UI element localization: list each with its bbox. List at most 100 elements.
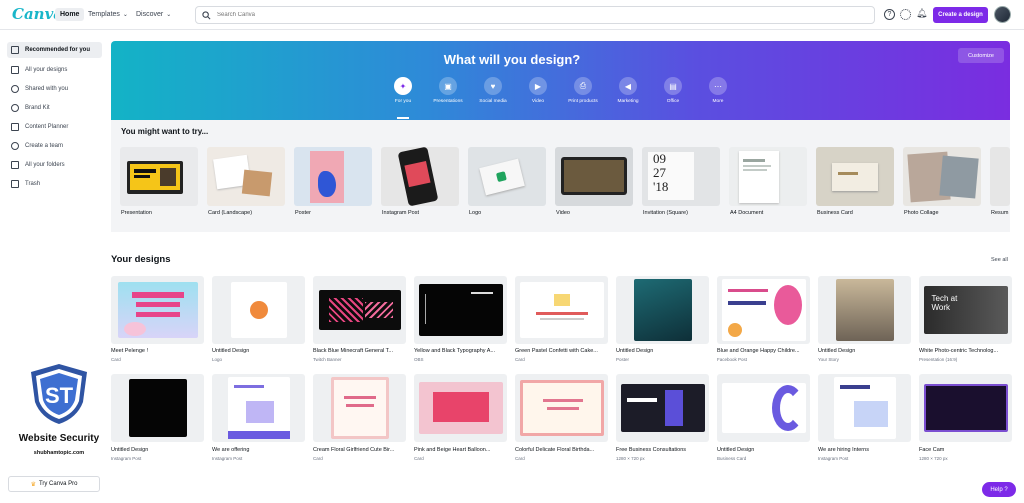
category-for-you[interactable]: ✦ For you xyxy=(378,77,428,104)
avatar[interactable] xyxy=(994,6,1011,23)
design-title[interactable]: Pink and Beige Heart Balloon... xyxy=(414,447,510,453)
suggestion-card-a4-document[interactable] xyxy=(729,147,807,206)
design-thumbnail[interactable] xyxy=(616,276,709,344)
presentation-icon: ▣ xyxy=(439,77,457,95)
design-title[interactable]: Untitled Design xyxy=(111,447,207,453)
help-button[interactable]: Help ? xyxy=(982,482,1016,497)
suggestion-label: Poster xyxy=(295,210,311,216)
category-video[interactable]: ▶ Video xyxy=(513,77,563,104)
chevron-down-icon: ⌄ xyxy=(166,12,172,18)
suggestion-card-logo[interactable] xyxy=(468,147,546,206)
design-title[interactable]: Face Cam xyxy=(919,447,1015,453)
active-tab-indicator xyxy=(397,117,409,119)
category-presentations[interactable]: ▣ Presentations xyxy=(423,77,473,104)
design-thumbnail[interactable]: Tech at Work xyxy=(919,276,1012,344)
design-thumbnail[interactable] xyxy=(313,276,406,344)
design-title[interactable]: Cream Floral Girlfriend Cute Bir... xyxy=(313,447,409,453)
design-title[interactable]: Black Blue Minecraft General T... xyxy=(313,348,409,354)
design-title[interactable]: We are hiring Interns xyxy=(818,447,914,453)
sidebar-item-create-team[interactable]: Create a team xyxy=(7,138,102,154)
nav-discover-label: Discover xyxy=(136,11,164,18)
design-thumbnail[interactable] xyxy=(919,374,1012,442)
category-label: Presentations xyxy=(433,99,463,104)
design-thumbnail[interactable] xyxy=(818,374,911,442)
design-type: Instagram Post xyxy=(212,456,243,461)
design-thumbnail[interactable] xyxy=(616,374,709,442)
design-title[interactable]: Untitled Design xyxy=(818,348,914,354)
design-thumbnail[interactable] xyxy=(212,276,305,344)
suggestion-label: Logo xyxy=(469,210,482,216)
design-thumbnail[interactable] xyxy=(818,276,911,344)
suggestion-label: Presentation xyxy=(121,210,152,216)
suggestion-card-poster[interactable] xyxy=(294,147,372,206)
sidebar-item-label: Trash xyxy=(25,181,41,187)
category-social-media[interactable]: ♥ Social media xyxy=(468,77,518,104)
design-thumbnail[interactable] xyxy=(717,276,810,344)
gear-icon[interactable] xyxy=(900,9,911,20)
design-type: OBS xyxy=(414,357,424,362)
sidebar-item-shared[interactable]: Shared with you xyxy=(7,81,102,97)
nav-discover[interactable]: Discover ⌄ xyxy=(131,8,176,21)
design-title[interactable]: Untitled Design xyxy=(717,447,813,453)
nav-home[interactable]: Home xyxy=(55,8,85,21)
suggestion-card-card-landscape[interactable] xyxy=(207,147,285,206)
design-thumbnail[interactable] xyxy=(515,374,608,442)
heart-icon: ♥ xyxy=(484,77,502,95)
suggestion-label: Video xyxy=(556,210,570,216)
design-type: Card xyxy=(515,456,525,461)
design-title[interactable]: We are offering xyxy=(212,447,308,453)
design-title[interactable]: Free Business Consultations xyxy=(616,447,712,453)
suggestion-card-video[interactable] xyxy=(555,147,633,206)
design-title[interactable]: Meet Pelenge ! xyxy=(111,348,207,354)
category-marketing[interactable]: ◀ Marketing xyxy=(603,77,653,104)
suggestion-card-resume[interactable] xyxy=(990,147,1010,206)
try-canva-pro-button[interactable]: ♛ Try Canva Pro xyxy=(8,476,100,492)
design-title[interactable]: White Photo-centric Technolog... xyxy=(919,348,1015,354)
try-pro-label: Try Canva Pro xyxy=(38,481,78,487)
design-thumbnail[interactable] xyxy=(414,374,507,442)
sidebar-item-trash[interactable]: Trash xyxy=(7,176,102,192)
suggestion-card-presentation[interactable] xyxy=(120,147,198,206)
category-print-products[interactable]: ⎙ Print products xyxy=(558,77,608,104)
design-title[interactable]: Green Pastel Confetti with Cake... xyxy=(515,348,611,354)
design-thumbnail[interactable] xyxy=(111,276,204,344)
design-title[interactable]: Yellow and Black Typography A... xyxy=(414,348,510,354)
sidebar-item-brand-kit[interactable]: Brand Kit xyxy=(7,100,102,116)
brand-icon xyxy=(11,104,19,112)
design-thumbnail[interactable] xyxy=(111,374,204,442)
help-icon[interactable]: ? xyxy=(884,9,895,20)
chevron-down-icon: ⌄ xyxy=(122,12,128,18)
sidebar-item-content-planner[interactable]: Content Planner xyxy=(7,119,102,135)
sidebar-item-folders[interactable]: All your folders xyxy=(7,157,102,173)
design-title[interactable]: Untitled Design xyxy=(616,348,712,354)
see-all-link[interactable]: See all xyxy=(991,257,1008,263)
suggestion-card-business-card[interactable] xyxy=(816,147,894,206)
search-input[interactable] xyxy=(217,12,817,18)
create-design-button[interactable]: Create a design xyxy=(933,7,988,23)
bell-icon[interactable]: 🔔︎ xyxy=(916,9,927,20)
sidebar-item-label: Shared with you xyxy=(25,86,69,92)
design-title[interactable]: Colorful Delicate Floral Birthda... xyxy=(515,447,611,453)
design-thumbnail[interactable] xyxy=(313,374,406,442)
design-thumbnail[interactable] xyxy=(717,374,810,442)
nav-templates-label: Templates xyxy=(88,11,120,18)
suggestion-card-photo-collage[interactable] xyxy=(903,147,981,206)
design-thumbnail[interactable] xyxy=(414,276,507,344)
category-office[interactable]: ▤ Office xyxy=(648,77,698,104)
suggestion-card-invitation-square[interactable]: 09 27'18 xyxy=(642,147,720,206)
trash-icon xyxy=(11,180,19,188)
design-type: Card xyxy=(414,456,424,461)
category-label: For you xyxy=(394,99,412,104)
calendar-icon xyxy=(11,123,19,131)
design-thumbnail[interactable] xyxy=(515,276,608,344)
customize-button[interactable]: Customize xyxy=(958,48,1004,63)
nav-templates[interactable]: Templates ⌄ xyxy=(83,8,133,21)
search-bar[interactable] xyxy=(195,6,875,24)
design-title[interactable]: Untitled Design xyxy=(212,348,308,354)
design-title[interactable]: Blue and Orange Happy Childre... xyxy=(717,348,813,354)
design-thumbnail[interactable] xyxy=(212,374,305,442)
category-more[interactable]: ⋯ More xyxy=(693,77,743,104)
folder-icon xyxy=(11,161,19,169)
suggestion-card-instagram-post[interactable] xyxy=(381,147,459,206)
briefcase-icon: ▤ xyxy=(664,77,682,95)
